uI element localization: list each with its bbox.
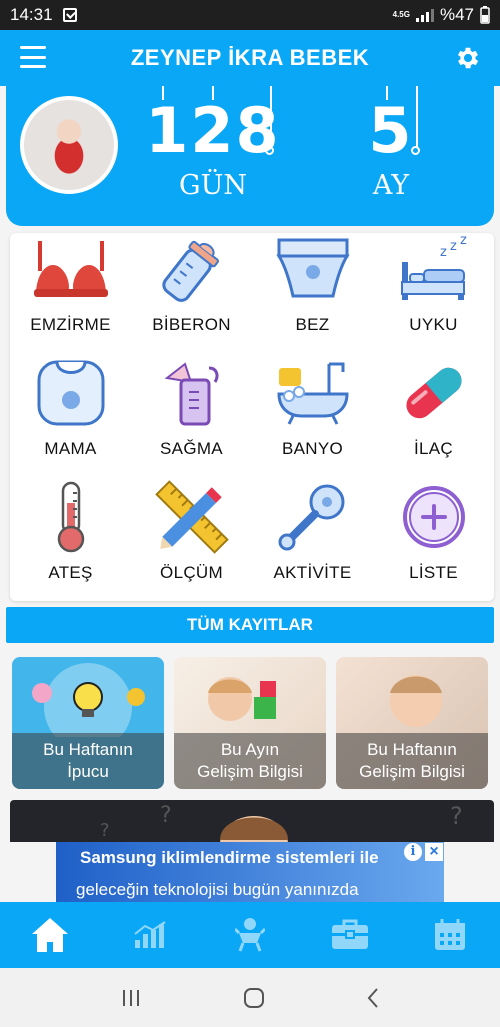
tile-olcum[interactable]: ÖLÇÜM <box>131 480 252 601</box>
age-counter-panel: 128 GÜN 5 AY <box>6 86 494 226</box>
app-header: ZEYNEP İKRA BEBEK <box>0 30 500 86</box>
svg-text:z: z <box>460 234 467 248</box>
tile-label: EMZİRME <box>30 315 111 334</box>
menu-icon[interactable] <box>20 46 46 68</box>
nav-stats[interactable] <box>100 902 200 968</box>
status-bar: 14:31 4.5G %47 <box>0 0 500 30</box>
tile-label: BANYO <box>281 439 344 458</box>
card-line2: Gelişim Bilgisi <box>359 762 465 781</box>
tile-label: AKTİVİTE <box>273 563 352 582</box>
banner-image: ? ? ? <box>100 802 463 842</box>
tile-label: ATEŞ <box>48 563 93 582</box>
baby-bottle-icon <box>152 233 232 305</box>
battery-level: %47 <box>439 5 474 24</box>
card-line1: Bu Ayın <box>220 740 280 759</box>
monthly-development-card[interactable]: Bu Ayın Gelişim Bilgisi <box>174 657 326 789</box>
nav-baby[interactable] <box>200 902 300 968</box>
bra-icon <box>31 233 111 305</box>
diaper-icon <box>273 233 353 305</box>
tile-banyo[interactable]: BANYO <box>252 357 373 477</box>
tile-sagma[interactable]: SAĞMA <box>131 357 252 477</box>
svg-text:?: ? <box>160 803 172 828</box>
tile-label: ÖLÇÜM <box>160 563 223 582</box>
status-time: 14:31 <box>10 5 53 24</box>
close-icon[interactable]: × <box>425 843 443 861</box>
tile-uyku[interactable]: zzz UYKU <box>373 233 494 353</box>
nav-calendar[interactable] <box>400 902 500 968</box>
svg-text:?: ? <box>450 802 463 830</box>
weekly-development-card[interactable]: Bu Haftanın Gelişim Bilgisi <box>336 657 488 789</box>
tile-label: BEZ <box>295 315 330 334</box>
ruler-pencil-icon <box>152 480 232 554</box>
ad-line1: Samsung iklimlendirme sistemleri ile <box>80 848 379 867</box>
pill-capsule-icon <box>394 357 474 429</box>
ad-banner[interactable]: Samsung iklimlendirme sistemleri ile gel… <box>56 842 444 902</box>
nav-tools[interactable] <box>300 902 400 968</box>
back-icon[interactable] <box>366 987 380 1009</box>
lightbulb-icon <box>32 663 145 737</box>
ad-line2: geleceğin teknolojisi bugün yanınızda <box>76 880 359 899</box>
tile-label: SAĞMA <box>160 439 223 458</box>
tile-ilac[interactable]: İLAÇ <box>373 357 494 477</box>
bib-icon <box>31 357 111 429</box>
signal-icon <box>415 8 434 22</box>
info-icon[interactable]: i <box>404 843 422 861</box>
battery-icon <box>480 6 490 24</box>
tile-label: LİSTE <box>409 563 458 582</box>
avatar[interactable] <box>20 96 118 194</box>
card-line2: Gelişim Bilgisi <box>197 762 303 781</box>
bottom-navigation <box>0 902 500 968</box>
tile-aktivite[interactable]: AKTİVİTE <box>252 481 373 601</box>
tile-mama[interactable]: MAMA <box>10 357 131 477</box>
months-value: 5 <box>368 94 414 167</box>
article-banner[interactable]: ? ? ? <box>10 800 494 842</box>
tile-label: MAMA <box>44 439 97 458</box>
tile-label: BİBERON <box>152 315 231 334</box>
system-navigation-bar <box>0 968 500 1027</box>
baby-icon <box>235 918 265 952</box>
bathtub-icon <box>273 357 353 429</box>
toolbox-icon <box>332 919 368 949</box>
calendar-icon <box>435 919 465 950</box>
plus-circle-icon <box>394 481 474 553</box>
card-line1: Bu Haftanın <box>43 740 133 759</box>
thermometer-icon <box>31 481 111 553</box>
svg-text:?: ? <box>100 820 110 841</box>
tile-label: İLAÇ <box>414 439 453 458</box>
network-type: 4.5G <box>392 10 410 19</box>
tile-emzirme[interactable]: EMZİRME <box>10 233 131 353</box>
tile-bez[interactable]: BEZ <box>252 233 373 353</box>
card-line1: Bu Haftanın <box>367 740 457 759</box>
tile-liste[interactable]: LİSTE <box>373 481 494 601</box>
home-button-icon[interactable] <box>243 987 265 1009</box>
tile-biberon[interactable]: BİBERON <box>131 233 252 353</box>
days-unit: GÜN <box>179 170 247 201</box>
svg-text:z: z <box>450 239 457 254</box>
rattle-icon <box>273 481 353 553</box>
nav-home[interactable] <box>0 902 100 968</box>
recent-apps-icon[interactable] <box>120 988 142 1008</box>
all-records-button[interactable]: TÜM KAYITLAR <box>6 607 494 643</box>
sleep-bed-icon: zzz <box>394 233 474 305</box>
child-photo <box>208 677 276 721</box>
svg-text:z: z <box>440 245 447 260</box>
months-unit: AY <box>372 170 410 201</box>
days-value: 128 <box>145 94 281 167</box>
gear-icon[interactable] <box>454 44 482 72</box>
page-title: ZEYNEP İKRA BEBEK <box>130 45 370 70</box>
baby-photo <box>390 675 442 727</box>
days-counter: 128 GÜN <box>138 94 288 202</box>
breast-pump-icon <box>152 357 232 429</box>
tile-label: UYKU <box>409 315 458 334</box>
notification-check-icon <box>62 8 77 22</box>
card-line2: İpucu <box>67 762 109 781</box>
home-icon <box>32 918 68 952</box>
activity-grid: EMZİRME BİBERON BEZ zzz UYKU MAMA SAĞMA <box>10 233 494 601</box>
tile-ates[interactable]: ATEŞ <box>10 481 131 601</box>
weekly-tip-card[interactable]: Bu Haftanın İpucu <box>12 657 164 789</box>
chart-icon <box>134 921 166 948</box>
months-counter: 5 AY <box>356 94 426 202</box>
